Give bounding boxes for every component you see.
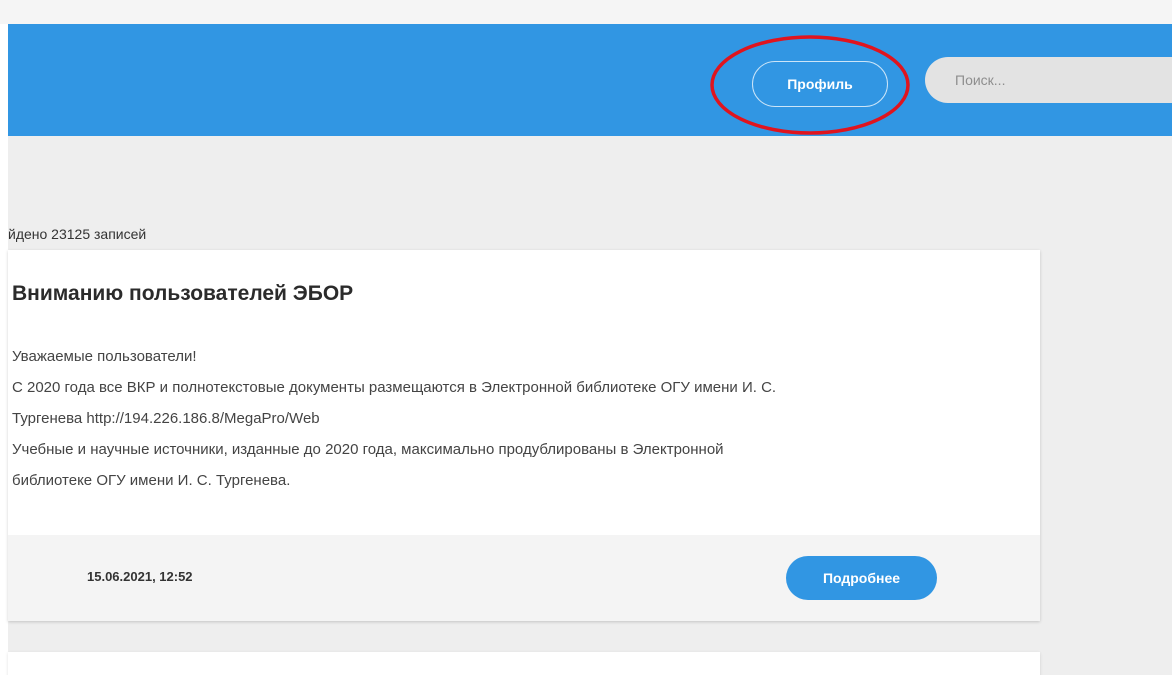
card-body-line: Учебные и научные источники, изданные до… <box>12 441 724 458</box>
search-placeholder: Поиск... <box>955 72 1006 88</box>
next-news-card <box>8 652 1040 675</box>
card-body: Уважаемые пользователи! С 2020 года все … <box>12 341 1022 496</box>
card-body-line: Тургенева http://194.226.186.8/MegaPro/W… <box>12 410 320 427</box>
card-title: Вниманию пользователей ЭБОР <box>12 282 354 305</box>
page: Профиль Поиск... йдено 23125 записей Вни… <box>0 0 1172 675</box>
card-body-line: С 2020 года все ВКР и полнотекстовые док… <box>12 379 777 396</box>
search-input[interactable]: Поиск... <box>925 57 1172 103</box>
top-strip <box>0 0 1172 24</box>
more-button[interactable]: Подробнее <box>786 556 937 600</box>
card-body-line: библиотеке ОГУ имени И. С. Тургенева. <box>12 472 291 489</box>
card-date: 15.06.2021, 12:52 <box>87 569 193 584</box>
results-count: йдено 23125 записей <box>8 226 147 242</box>
card-body-line: Уважаемые пользователи! <box>12 348 197 365</box>
profile-button[interactable]: Профиль <box>752 61 888 107</box>
